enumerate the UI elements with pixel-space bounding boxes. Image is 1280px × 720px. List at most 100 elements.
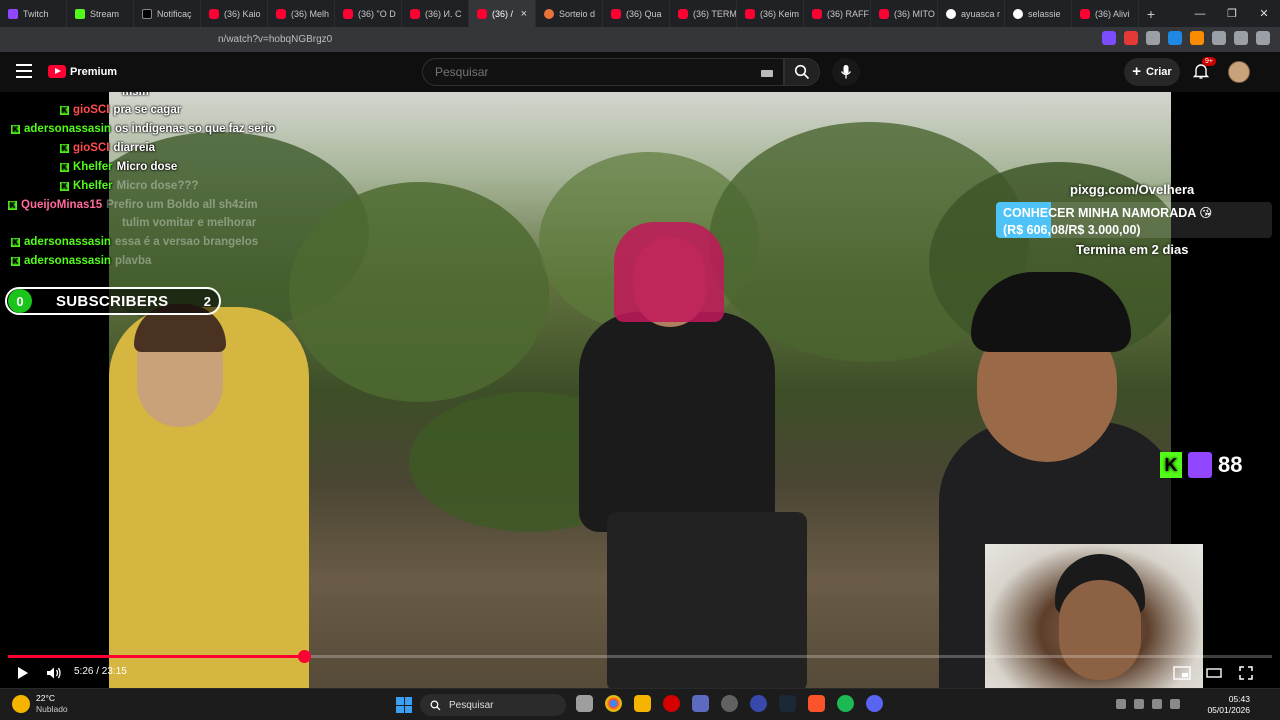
kick-badge-icon: K xyxy=(60,143,69,153)
browser-tab[interactable]: (36) Qua xyxy=(603,0,670,27)
browser-tab[interactable]: Notificaç xyxy=(134,0,201,27)
maximize-button[interactable]: ❐ xyxy=(1216,0,1248,27)
spotify-icon[interactable] xyxy=(837,695,854,712)
hamburger-menu-icon[interactable] xyxy=(16,64,32,78)
scrubber-handle[interactable] xyxy=(297,650,311,663)
tab-label: (36) Alivi xyxy=(1095,8,1130,19)
kick-badge-icon: K xyxy=(11,256,20,266)
new-tab-button[interactable]: + xyxy=(1139,6,1163,22)
browser-tab[interactable]: (36) RAFF xyxy=(804,0,871,27)
chat-text: plavba xyxy=(114,255,152,267)
video-progress-bar[interactable] xyxy=(8,650,1272,663)
browser-tab[interactable]: (36) "O D xyxy=(335,0,402,27)
browser-tab[interactable]: (36) MITO xyxy=(871,0,938,27)
search-input[interactable] xyxy=(435,65,735,79)
chat-message: K QueijoMinas15 Prefiro um Boldo all sh4zi… xyxy=(8,199,258,211)
extension-icon[interactable] xyxy=(1124,31,1138,45)
webcam-overlay xyxy=(985,544,1203,688)
obs-icon[interactable] xyxy=(721,695,738,712)
taskbar-apps xyxy=(576,695,883,712)
minimize-button[interactable]: — xyxy=(1184,0,1216,27)
keyboard-icon[interactable] xyxy=(761,70,773,77)
menu-icon[interactable] xyxy=(1256,31,1270,45)
sidebar-icon[interactable] xyxy=(1234,31,1248,45)
premium-label: Premium xyxy=(70,65,118,78)
youtube-icon xyxy=(1080,8,1090,19)
browser-tab[interactable]: (36) TERM xyxy=(670,0,737,27)
system-clock[interactable]: 05:43 05/01/2026 xyxy=(1207,694,1250,716)
youtube-icon xyxy=(879,8,889,19)
volume-icon xyxy=(47,667,61,679)
speaker-icon[interactable] xyxy=(1170,699,1180,709)
windows-start-icon[interactable] xyxy=(396,697,412,713)
browser-tab[interactable]: Sorteio d xyxy=(536,0,603,27)
tab-label: (36) Keim xyxy=(760,8,800,19)
chat-text: Micro dose xyxy=(116,161,178,173)
tab-label: Stream xyxy=(90,8,120,19)
browser-tab[interactable]: Twitch xyxy=(0,0,67,27)
tray-icon[interactable] xyxy=(1116,699,1126,709)
voice-search-button[interactable] xyxy=(832,58,860,86)
browser-tab-bar: Twitch Stream Notificaç (36) Kaio (36) Melh (… xyxy=(0,0,1280,27)
wifi-icon[interactable] xyxy=(1152,699,1162,709)
url-text[interactable]: n/watch?v=hobqNGBrgz0 xyxy=(218,34,332,45)
browser-tab[interactable]: (36) Kaio xyxy=(201,0,268,27)
plus-icon: + xyxy=(1132,63,1142,80)
browser-tab[interactable]: (36) И. С xyxy=(402,0,469,27)
search-button[interactable] xyxy=(784,58,820,86)
theater-mode-button[interactable] xyxy=(1204,664,1224,682)
close-window-button[interactable]: ✕ xyxy=(1248,0,1280,27)
search-icon xyxy=(794,64,810,80)
subscribers-label: SUBSCRIBERS xyxy=(56,292,169,310)
x-icon xyxy=(142,8,152,19)
extension-icon[interactable] xyxy=(1102,31,1116,45)
windows-taskbar: 22°C Nublado Pesquisar 05:43 05/01/2026 xyxy=(0,688,1280,720)
subscribers-counter: 0 SUBSCRIBERS 2 xyxy=(5,287,221,315)
clock-date: 05/01/2026 xyxy=(1207,705,1250,715)
browser-tab[interactable]: (36) / × xyxy=(469,0,536,27)
search-box[interactable] xyxy=(422,58,784,86)
extension-icon[interactable] xyxy=(1168,31,1182,45)
discord-icon[interactable] xyxy=(866,695,883,712)
chrome-icon[interactable] xyxy=(605,695,622,712)
brave-icon[interactable] xyxy=(808,695,825,712)
tab-label: ayuasca r xyxy=(961,8,1001,19)
chat-username: gioSCI xyxy=(73,104,110,116)
browser-tab[interactable]: (36) Melh xyxy=(268,0,335,27)
app-icon[interactable] xyxy=(692,695,709,712)
goal-ends: Termina em 2 dias xyxy=(1076,242,1189,257)
browser-tab[interactable]: (36) Keim xyxy=(737,0,804,27)
miniplayer-button[interactable] xyxy=(1172,664,1192,682)
extension-icon[interactable] xyxy=(1190,31,1204,45)
fullscreen-button[interactable] xyxy=(1236,664,1256,682)
browser-tab[interactable]: selassie xyxy=(1005,0,1072,27)
steam-icon[interactable] xyxy=(779,695,796,712)
address-bar[interactable]: n/watch?v=hobqNGBrgz0 xyxy=(0,27,1280,52)
volume-button[interactable] xyxy=(44,664,64,682)
create-button[interactable]: + Criar xyxy=(1124,58,1180,86)
youtube-logo[interactable]: Premium xyxy=(48,65,117,78)
browser-tab[interactable]: (36) Alivi xyxy=(1072,0,1139,27)
puzzle-icon[interactable] xyxy=(1212,31,1226,45)
opera-icon[interactable] xyxy=(663,695,680,712)
browser-tab[interactable]: ayuasca r xyxy=(938,0,1005,27)
notifications-button[interactable]: 9+ xyxy=(1192,57,1216,82)
app-icon[interactable] xyxy=(750,695,767,712)
close-tab-icon[interactable]: × xyxy=(521,8,527,20)
weather-widget[interactable]: 22°C Nublado xyxy=(12,693,68,715)
taskbar-search[interactable]: Pesquisar xyxy=(420,694,566,716)
file-explorer-icon[interactable] xyxy=(634,695,651,712)
notification-badge: 9+ xyxy=(1202,57,1216,66)
task-view-icon[interactable] xyxy=(576,695,593,712)
extension-icon[interactable] xyxy=(1146,31,1160,45)
tray-icon[interactable] xyxy=(1134,699,1144,709)
google-icon xyxy=(1013,8,1023,19)
video-player[interactable]: msm KgioSCI pra se cagar Kadersonassasin os … xyxy=(0,92,1280,688)
browser-tab[interactable]: Stream xyxy=(67,0,134,27)
avatar[interactable] xyxy=(1228,61,1250,83)
tab-label: (36) / xyxy=(492,8,514,19)
play-button[interactable] xyxy=(14,664,32,682)
chat-username: adersonassasin xyxy=(24,236,111,248)
chat-username: adersonassasin xyxy=(24,255,111,267)
youtube-icon xyxy=(209,8,219,19)
